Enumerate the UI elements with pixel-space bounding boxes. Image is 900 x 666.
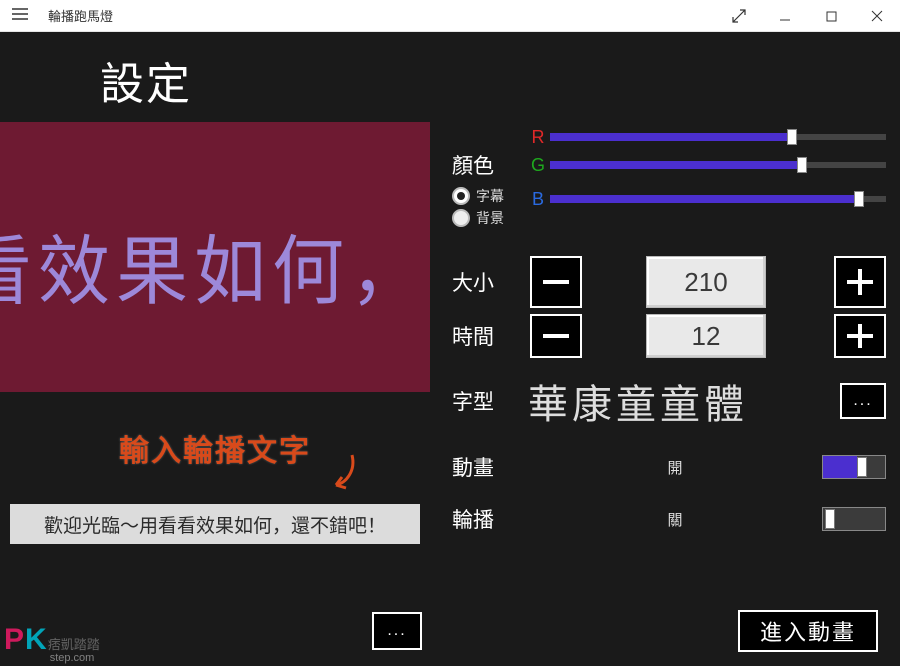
b-label: B: [530, 189, 546, 210]
instruction-label: 輸入輪播文字: [119, 426, 311, 470]
hamburger-menu-button[interactable]: [0, 7, 40, 25]
anim-state-text: 開: [528, 457, 822, 478]
g-label: G: [530, 155, 546, 176]
watermark-p: P: [4, 623, 24, 657]
time-plus-button[interactable]: [834, 314, 886, 358]
radio-background[interactable]: 背景: [452, 208, 530, 228]
b-slider[interactable]: [550, 188, 886, 210]
caption-input[interactable]: [10, 504, 420, 544]
enter-animation-button[interactable]: 進入動畫: [738, 610, 878, 652]
arrow-icon: [326, 453, 360, 498]
marquee-preview-text: 看效果如何，: [0, 209, 428, 319]
anim-toggle[interactable]: [822, 455, 886, 479]
loop-label: 輪播: [452, 504, 528, 534]
window-title: 輪播跑馬燈: [48, 6, 113, 25]
radio-subtitle-label: 字幕: [476, 186, 504, 206]
r-label: R: [530, 127, 546, 148]
font-name-display: 華康童童體: [528, 372, 840, 430]
page-title: 設定: [100, 48, 886, 112]
more-options-button[interactable]: ...: [372, 612, 422, 650]
color-label: 顏色: [452, 155, 494, 178]
watermark-cjk: 痞凱踏踏: [48, 634, 100, 653]
time-value: 12: [646, 314, 766, 358]
time-label: 時間: [452, 321, 528, 351]
watermark-k: K: [25, 623, 47, 657]
radio-background-label: 背景: [476, 208, 504, 228]
maximize-button[interactable]: [808, 0, 854, 32]
anim-label: 動畫: [452, 452, 528, 482]
r-slider[interactable]: [550, 126, 886, 148]
font-picker-button[interactable]: ...: [840, 383, 886, 419]
g-slider[interactable]: [550, 154, 886, 176]
minimize-button[interactable]: [762, 0, 808, 32]
watermark: P K 痞凱踏踏 step.com: [4, 623, 100, 664]
loop-state-text: 關: [528, 509, 822, 530]
time-minus-button[interactable]: [530, 314, 582, 358]
size-minus-button[interactable]: [530, 256, 582, 308]
loop-toggle[interactable]: [822, 507, 886, 531]
watermark-sub: step.com: [50, 653, 100, 664]
size-label: 大小: [452, 267, 528, 297]
size-value: 210: [646, 256, 766, 308]
expand-icon[interactable]: [716, 0, 762, 32]
size-plus-button[interactable]: [834, 256, 886, 308]
close-button[interactable]: [854, 0, 900, 32]
radio-subtitle[interactable]: 字幕: [452, 186, 530, 206]
titlebar: 輪播跑馬燈: [0, 0, 900, 32]
font-label: 字型: [452, 386, 528, 416]
marquee-preview: 看效果如何，: [0, 122, 430, 392]
